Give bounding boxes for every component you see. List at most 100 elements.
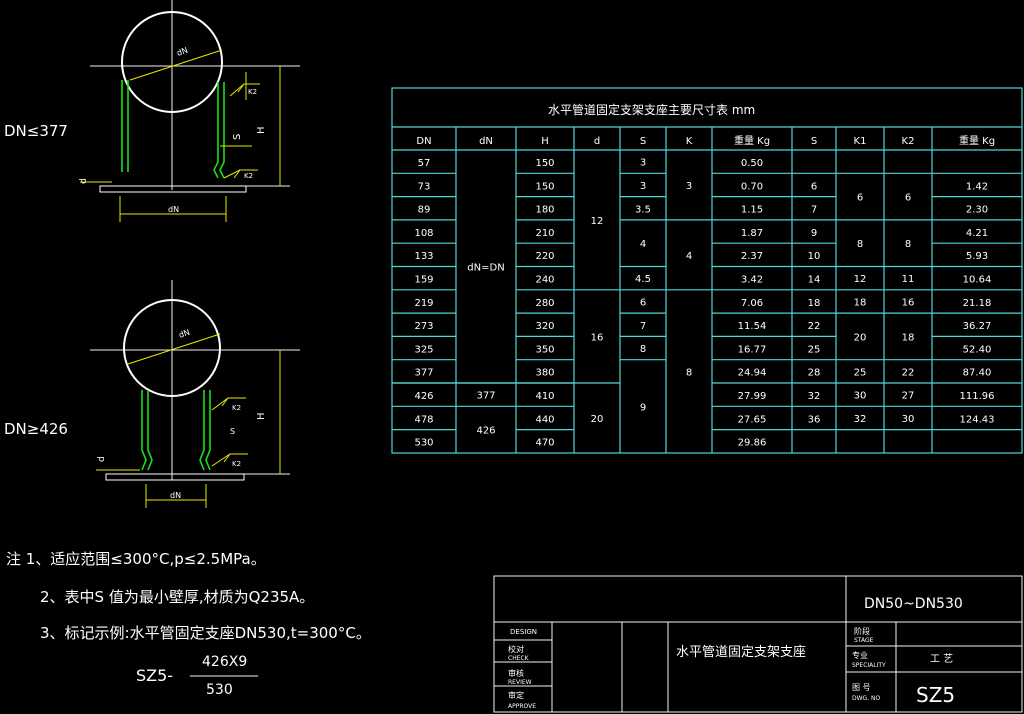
- table-cell-weight: 0.50: [741, 158, 763, 169]
- weld-k2-top-label-2: K2: [232, 404, 241, 412]
- table-header-cell: S: [640, 136, 646, 147]
- tb-specialty-en: SPECIALITY: [852, 662, 886, 669]
- table-cell-dn: 478: [414, 414, 433, 425]
- table-header-cell: DN: [416, 136, 431, 147]
- dim-s-label-2: S: [230, 427, 235, 436]
- lower-view-label: DN≥426: [4, 420, 68, 438]
- table-cell-dn: 73: [418, 181, 431, 192]
- table-cell-weight2: 10.64: [963, 275, 992, 286]
- table-cell-h: 220: [535, 251, 554, 262]
- table-header-row: DN dN Hd S K 重量 Kg S K1 K2 重量 Kg: [416, 134, 995, 147]
- weld-k2-top-label: K2: [248, 88, 257, 96]
- table-cell-weight2: 1.42: [966, 181, 988, 192]
- table-cell-k2: 16: [902, 297, 915, 308]
- table-cell-weight2: 5.93: [966, 251, 988, 262]
- table-cell-d: 12: [591, 216, 604, 227]
- table-cell-d: 20: [591, 414, 604, 425]
- table-cell-dn: 57: [418, 158, 431, 169]
- table-cell-dn: 89: [418, 205, 431, 216]
- tb-review: 审核: [508, 668, 524, 678]
- table-header-cell: H: [541, 136, 549, 147]
- table-cell-dn: 219: [414, 298, 433, 309]
- table-cell-s: 6: [640, 297, 646, 308]
- tb-stage: 阶段: [854, 626, 870, 636]
- table-cell-weight: 24.94: [738, 368, 767, 379]
- tb-approve: 审定: [508, 690, 524, 700]
- lower-support-view: dN H S dN d K2 K2: [90, 280, 300, 508]
- table-cell-weight2: 52.40: [963, 344, 992, 355]
- table-body: 5773891081331592192733253774264785301501…: [414, 158, 994, 449]
- table-cell-k: 3: [686, 181, 692, 192]
- table-cell-weight: 27.65: [738, 414, 767, 425]
- table-cell-s2: 36: [808, 414, 821, 425]
- table-cell-d: 16: [591, 332, 604, 343]
- table-cell-dn: 377: [414, 368, 433, 379]
- table-cell-dn: 108: [414, 228, 433, 239]
- table-cell-weight2: 36.27: [963, 321, 992, 332]
- table-cell-weight: 3.42: [741, 275, 763, 286]
- table-cell-weight2: 124.43: [960, 414, 995, 425]
- table-cell-weight2: 111.96: [960, 391, 995, 402]
- title-block: DN50~DN530 水平管道固定支架支座 DESIGN 校对 CHECK 审核…: [493, 575, 1023, 713]
- table-cell-s: 7: [640, 321, 646, 332]
- table-cell-s2: 28: [808, 368, 821, 379]
- table-title: 水平管道固定支架支座主要尺寸表 mm: [548, 102, 755, 117]
- tb-approve-en: APPROVE: [508, 703, 536, 710]
- table-cell-k: 8: [686, 367, 692, 378]
- table-cell-weight: 7.06: [741, 298, 763, 309]
- tb-check-en: CHECK: [508, 655, 530, 662]
- tb-review-en: REVIEW: [508, 679, 532, 686]
- table-cell-s2: 25: [808, 344, 821, 355]
- table-cell-k1: 20: [854, 332, 867, 343]
- mark-top: 426X9: [202, 654, 248, 670]
- table-cell-k2: 11: [902, 274, 915, 285]
- table-cell-h: 240: [535, 275, 554, 286]
- table-cell-s2: 18: [808, 298, 821, 309]
- table-header-cell: dN: [479, 136, 493, 147]
- table-cell-dn: 530: [414, 438, 433, 449]
- base-plate: [99, 185, 247, 193]
- table-cell-h: 150: [535, 158, 554, 169]
- dim-d-label: d: [79, 178, 89, 184]
- table-header-cell: 重量 Kg: [734, 134, 770, 147]
- support-left-wall-2: [141, 390, 153, 471]
- support-right-wall-2: [199, 390, 211, 471]
- table-cell-h: 320: [535, 321, 554, 332]
- diameter-leader-2: [127, 333, 221, 365]
- dim-d-label-2: d: [97, 456, 107, 462]
- table-header-cell: S: [811, 136, 817, 147]
- table-cell-s2: 22: [808, 321, 821, 332]
- table-cell-dn: 273: [414, 321, 433, 332]
- table-cell-s2: 14: [808, 275, 821, 286]
- weld-k2-bottom-label: K2: [244, 172, 253, 180]
- table-cell-k1: 32: [854, 414, 867, 425]
- weld-symbol-bottom-2: [211, 453, 248, 467]
- table-cell-dn-inner: 426: [476, 426, 495, 437]
- weld-k2-bottom-label-2: K2: [232, 460, 241, 468]
- table-cell-k2: 8: [905, 239, 911, 250]
- support-right-wall: [213, 82, 225, 179]
- table-cell-dn-inner: 377: [476, 391, 495, 402]
- table-cell-s: 3: [640, 158, 646, 169]
- table-cell-s2: 32: [808, 391, 821, 402]
- table-cell-k1: 18: [854, 297, 867, 308]
- table-header-cell: K2: [902, 136, 915, 147]
- tb-drawing-no-value: SZ5: [916, 683, 955, 707]
- table-cell-k: 4: [686, 251, 692, 262]
- table-cell-h: 180: [535, 205, 554, 216]
- table-cell-k1: 12: [854, 274, 867, 285]
- table-header-cell: d: [594, 136, 600, 147]
- table-cell-h: 440: [535, 414, 554, 425]
- dim-dn-label: dN: [176, 46, 189, 58]
- tb-design-en: DESIGN: [510, 628, 537, 636]
- table-cell-weight2: 21.18: [963, 298, 992, 309]
- table-cell-s2: 6: [811, 181, 817, 192]
- table-cell-s: 3: [640, 181, 646, 192]
- table-cell-weight: 29.86: [738, 438, 767, 449]
- tb-name: 水平管道固定支架支座: [676, 645, 806, 660]
- table-header-cell: K: [686, 136, 693, 147]
- table-cell-weight2: 2.30: [966, 205, 988, 216]
- table-cell-weight: 16.77: [738, 344, 767, 355]
- table-cell-k2: 30: [902, 414, 915, 425]
- tb-range: DN50~DN530: [864, 596, 963, 612]
